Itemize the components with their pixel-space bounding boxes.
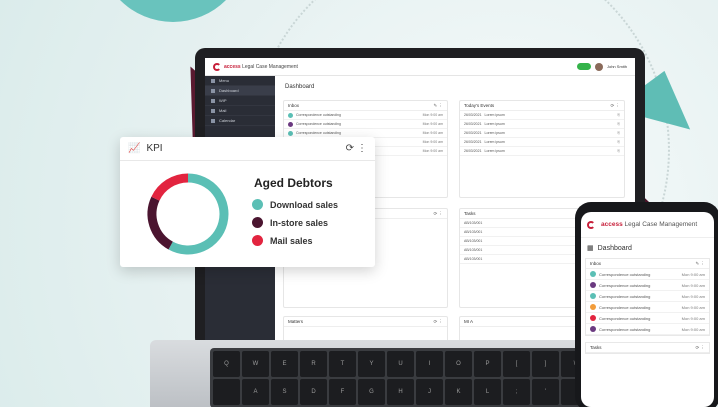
toggle-switch[interactable]: [576, 63, 591, 70]
list-item[interactable]: Correspondence outstandingMon 9:00 am: [586, 280, 709, 291]
phone-topbar: access Legal Case Management: [581, 212, 714, 238]
sidebar-item-dashboard[interactable]: Dashboard: [205, 86, 275, 96]
phone-tasks-card: Tasks ⟳ ⋮: [585, 342, 710, 354]
phone-page-title: ▦ Dashboard: [587, 244, 632, 253]
app-topbar: access Legal Case Management John Smith: [205, 58, 635, 76]
refresh-icon[interactable]: ⟳: [346, 143, 354, 154]
legend-swatch: [252, 199, 263, 210]
donut-slice: [168, 173, 229, 255]
list-item[interactable]: 26/03/2021 Lorem ipsum ⎘: [460, 129, 624, 138]
list-item[interactable]: Correspondence outstandingMon 9:00 am: [586, 269, 709, 280]
keyboard: QWERTYUIOP[]\ ASDFGHJKL;': [210, 348, 620, 407]
user-name[interactable]: John Smith: [607, 64, 627, 69]
legend-item: Download sales: [252, 199, 338, 210]
list-item[interactable]: Correspondence outstandingMon 9:00 am: [586, 291, 709, 302]
legend-swatch: [252, 217, 263, 228]
legend-swatch: [252, 235, 263, 246]
legend-label: In-store sales: [270, 217, 329, 228]
brand: access Legal Case Management: [224, 63, 298, 70]
sidebar-item-calendar[interactable]: Calendar: [205, 116, 275, 126]
donut-chart: [147, 173, 229, 255]
legend-label: Download sales: [270, 199, 339, 210]
list-item[interactable]: 26/03/2021 Lorem ipsum ⎘: [460, 111, 624, 120]
sidebar-item-menu[interactable]: Menu: [205, 76, 275, 86]
phone-screen: access Legal Case Management ▦ Dashboard …: [581, 212, 714, 407]
kpi-card: 📈 KPI ⟳ ⋮ Aged Debtors Download sales In-s…: [120, 137, 375, 267]
kpi-header-label: KPI: [146, 143, 163, 154]
list-item[interactable]: Correspondence outstandingMon 9:00 am: [284, 111, 447, 120]
sidebar-item-wip[interactable]: WIP: [205, 96, 275, 106]
legend-label: Mail sales: [270, 235, 313, 246]
list-item[interactable]: 26/03/2021 Lorem ipsum ⎘: [460, 120, 624, 129]
chart-title: Aged Debtors: [254, 176, 333, 190]
avatar[interactable]: [594, 62, 603, 71]
donut-slice: [147, 196, 174, 250]
chart-legend: Download sales In-store sales Mail sales: [252, 199, 338, 253]
list-item[interactable]: Correspondence outstandingMon 9:00 am: [586, 302, 709, 313]
legend-item: Mail sales: [252, 235, 338, 246]
more-icon[interactable]: ⋮: [357, 143, 367, 154]
matters-card: Matters ⟳ ⋮: [283, 316, 448, 340]
logo-icon: [213, 62, 221, 71]
list-item[interactable]: Correspondence outstandingMon 9:00 am: [586, 313, 709, 324]
phone-inbox-card: Inbox ✎ ⋮ Correspondence outstanding Mon 9…: [585, 258, 710, 336]
page-title: Dashboard: [285, 84, 315, 90]
list-item[interactable]: 26/03/2021 Lorem ipsum ⎘: [460, 138, 624, 147]
legend-item: In-store sales: [252, 217, 338, 228]
dashboard-icon: ▦: [587, 245, 594, 252]
list-item[interactable]: Correspondence outstandingMon 9:00 am: [284, 120, 447, 129]
logo-icon: [587, 220, 595, 229]
donut-slice: [151, 173, 189, 201]
list-item[interactable]: Correspondence outstandingMon 9:00 am: [586, 324, 709, 335]
kpi-header: 📈 KPI ⟳ ⋮: [120, 137, 375, 161]
sidebar-item-mail[interactable]: Mail: [205, 106, 275, 116]
trend-icon: 📈: [128, 143, 141, 154]
brand: access Legal Case Management: [601, 221, 698, 228]
events-card: Today's Events ⟳ ⋮ 26/03/2021 Lorem ipsum ⎘…: [459, 100, 625, 198]
list-item[interactable]: 26/03/2021 Lorem ipsum ⎘: [460, 147, 624, 156]
